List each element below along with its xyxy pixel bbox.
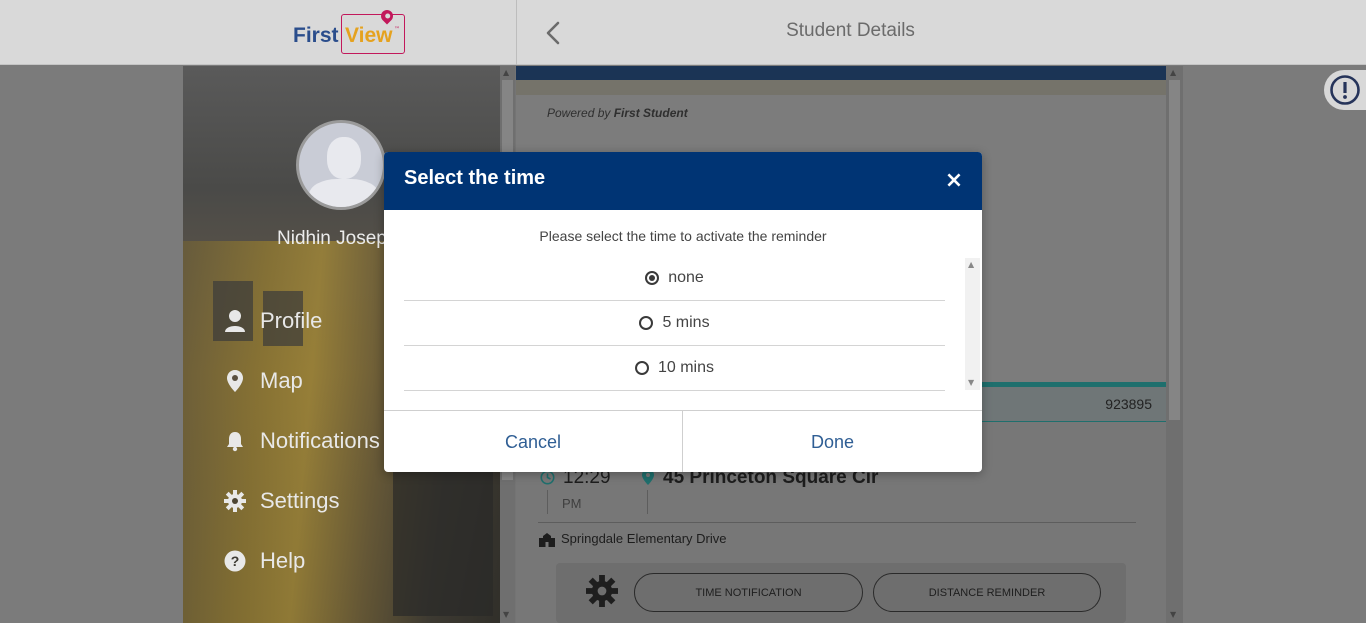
logo-trademark: ™ [394, 26, 400, 33]
radio-icon[interactable] [634, 361, 649, 375]
radio-icon[interactable] [639, 316, 654, 330]
school-icon [539, 532, 555, 551]
option-label: none [668, 269, 704, 286]
sidebar-item-label: Help [260, 548, 306, 573]
divider [647, 490, 648, 514]
alert-icon [1330, 75, 1360, 105]
scroll-down-icon[interactable]: ▼ [1170, 610, 1176, 619]
avatar[interactable] [296, 120, 386, 210]
powered-by-text: Powered by First Student [547, 106, 688, 120]
sidebar-item-notifications[interactable]: Notifications [223, 424, 380, 458]
dialog-subtitle: Please select the time to activate the r… [539, 228, 827, 244]
sidebar-item-map[interactable]: Map [223, 364, 303, 398]
logo-first-text: First [293, 24, 339, 47]
scroll-down-icon[interactable]: ▼ [503, 610, 509, 619]
options-scrollbar[interactable]: ▲ ▼ [965, 258, 980, 390]
scrollbar[interactable]: ▲ ▼ [1166, 66, 1183, 623]
scroll-up-icon[interactable]: ▲ [503, 68, 509, 77]
divider [547, 490, 548, 514]
option-5-mins[interactable]: 5 mins [404, 301, 945, 346]
scroll-up-icon[interactable]: ▲ [968, 260, 974, 269]
option-10-mins[interactable]: 10 mins [404, 346, 945, 391]
sidebar-item-label: Settings [260, 488, 340, 513]
scrollbar-thumb[interactable] [1169, 80, 1180, 420]
sidebar-item-label: Map [260, 368, 303, 393]
student-id-value: 923895 [1105, 396, 1152, 412]
logo-view-text: View [345, 24, 393, 47]
clock-icon [540, 470, 555, 489]
sidebar-item-settings[interactable]: Settings [223, 484, 340, 518]
info-button[interactable] [1324, 70, 1366, 110]
powered-by-brand: First Student [613, 106, 688, 120]
stop-time-ampm: PM [562, 496, 582, 511]
firstview-logo: First View ™ [293, 7, 405, 54]
map-pin-icon [642, 469, 654, 489]
gear-icon[interactable] [586, 575, 618, 611]
map-pin-icon [223, 369, 247, 393]
person-icon [223, 309, 247, 333]
dialog-header: Select the time × [384, 152, 982, 210]
sidebar-item-help[interactable]: ? Help [223, 544, 305, 578]
radio-selected-icon[interactable] [645, 271, 660, 285]
school-name: Springdale Elementary Drive [561, 531, 727, 546]
powered-by-prefix: Powered by [547, 106, 611, 120]
page-title: Student Details [786, 20, 915, 41]
card-stripe [516, 80, 1166, 95]
dialog-title: Select the time [404, 167, 546, 189]
close-icon[interactable]: × [942, 169, 966, 193]
option-label: 5 mins [662, 314, 710, 331]
option-none[interactable]: none [404, 256, 945, 301]
scroll-down-icon[interactable]: ▼ [968, 378, 974, 387]
app-header: First View ™ Student Details [0, 0, 1366, 65]
sidebar-item-profile[interactable]: Profile [223, 304, 322, 338]
header-logo-area: First View ™ [0, 0, 517, 65]
gear-icon [223, 489, 247, 513]
help-circle-icon: ? [223, 549, 247, 573]
option-label: 10 mins [657, 359, 715, 376]
time-notification-button[interactable]: TIME NOTIFICATION [634, 573, 863, 612]
sidebar-item-label: Profile [260, 308, 323, 333]
bell-icon [223, 429, 247, 453]
time-options-list: none 5 mins 10 mins [404, 256, 964, 391]
distance-reminder-button[interactable]: DISTANCE REMINDER [873, 573, 1101, 612]
divider [538, 522, 1136, 523]
cancel-button[interactable]: Cancel [384, 411, 682, 472]
dialog-footer: Cancel Done [384, 410, 982, 472]
svg-text:?: ? [231, 553, 240, 569]
sidebar-item-label: Notifications [260, 428, 380, 453]
done-button[interactable]: Done [683, 411, 982, 472]
scroll-up-icon[interactable]: ▲ [1170, 68, 1176, 77]
card-header-bar [516, 66, 1166, 80]
user-name: Nidhin Josep [277, 228, 387, 249]
select-time-dialog: Select the time × Please select the time… [384, 152, 982, 472]
